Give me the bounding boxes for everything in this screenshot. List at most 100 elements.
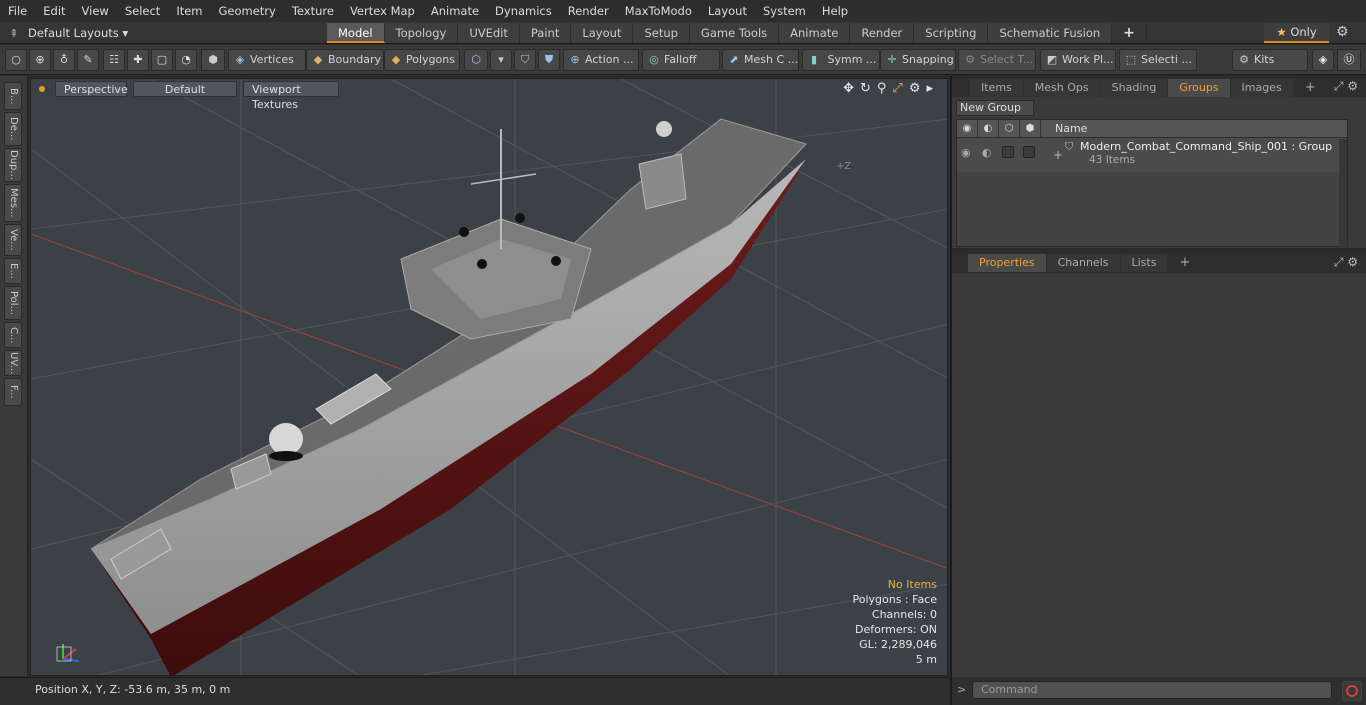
rotate-circle-icon[interactable]: ◔ (175, 49, 197, 71)
add-props-tab-icon[interactable]: + (1168, 254, 1201, 272)
panel-options-icons[interactable]: ⤢ ⚙ (1334, 79, 1358, 94)
viewport-expand-icon[interactable]: ▸ (926, 81, 933, 96)
globe-icon[interactable]: ⊕ (29, 49, 51, 71)
left-tab-curve[interactable]: C... (4, 322, 22, 348)
symmetry-button[interactable]: ▮ Symm ... (802, 49, 880, 71)
menu-dynamics[interactable]: Dynamics (487, 0, 560, 22)
menu-texture[interactable]: Texture (284, 0, 342, 22)
menu-geometry[interactable]: Geometry (211, 0, 284, 22)
tab-lists[interactable]: Lists (1120, 254, 1168, 272)
add-tab-icon[interactable]: + (1112, 23, 1147, 43)
lock-column-icon[interactable]: ⬡ (999, 120, 1020, 137)
select-through-button[interactable]: ⚙ Select T... (958, 49, 1036, 71)
boundary-button[interactable]: ◆ Boundary (306, 49, 384, 71)
gear-icon[interactable]: ⚙ (1336, 24, 1349, 40)
menu-item[interactable]: Item (168, 0, 210, 22)
menu-file[interactable]: File (0, 0, 35, 22)
view-perspective-button[interactable]: Perspective (55, 81, 128, 97)
tab-groups[interactable]: Groups (1168, 78, 1230, 97)
props-options-icons[interactable]: ⤢ ⚙ (1334, 255, 1358, 270)
left-tab-polygon[interactable]: Pol... (4, 286, 22, 320)
select-checkbox[interactable] (1023, 146, 1035, 158)
auto-select-icon[interactable]: ⛊ (538, 49, 560, 71)
tab-scripting[interactable]: Scripting (914, 23, 989, 43)
menu-maxtomodo[interactable]: MaxToModo (617, 0, 700, 22)
expand-icon[interactable]: + (1053, 148, 1063, 162)
tab-game-tools[interactable]: Game Tools (689, 23, 780, 43)
visibility-column-icon[interactable]: ◉ (957, 120, 978, 137)
tab-mesh-ops[interactable]: Mesh Ops (1023, 78, 1100, 97)
lasso-icon[interactable]: ♁ (53, 49, 75, 71)
menu-help[interactable]: Help (814, 0, 856, 22)
render-toggle-icon[interactable]: ◐ (982, 146, 992, 159)
group-name[interactable]: Modern_Combat_Command_Ship_001 : Group (1080, 140, 1332, 153)
tab-layout[interactable]: Layout (571, 23, 634, 43)
frame-icon[interactable]: ▢ (151, 49, 173, 71)
mesh-constraint-button[interactable]: ⬈ Mesh C ... (722, 49, 799, 71)
grip-icon[interactable]: ⇞ (0, 27, 28, 40)
rotate-view-icon[interactable]: ↻ (860, 81, 871, 96)
falloff-button[interactable]: ◎ Falloff (642, 49, 720, 71)
tab-images[interactable]: Images (1230, 78, 1293, 97)
selection-sets-button[interactable]: ⬚ Selecti ... (1119, 49, 1197, 71)
record-macro-button[interactable] (1342, 681, 1362, 701)
left-tab-vertex[interactable]: Ve... (4, 224, 22, 256)
snapping-button[interactable]: ✛ Snapping (880, 49, 956, 71)
tab-paint[interactable]: Paint (519, 23, 572, 43)
select-column-icon[interactable]: ⬢ (1020, 120, 1041, 137)
tab-items[interactable]: Items (970, 78, 1023, 97)
only-toggle[interactable]: ★ Only (1264, 23, 1329, 43)
layout-preset-dropdown[interactable]: Default Layouts ▾ (28, 26, 128, 40)
left-tab-edge[interactable]: E... (4, 258, 22, 284)
dropdown-arrow-icon[interactable]: ▾ (490, 49, 512, 71)
left-tab-b[interactable]: B... (4, 82, 22, 110)
move-view-icon[interactable]: ✥ (843, 81, 854, 96)
align-icon[interactable]: ☷ (103, 49, 125, 71)
shading-default-button[interactable]: Default (133, 81, 237, 97)
menu-view[interactable]: View (74, 0, 117, 22)
left-tab-deform[interactable]: De... (4, 112, 22, 146)
tab-model[interactable]: Model (327, 23, 385, 43)
brush-icon[interactable]: ✎ (77, 49, 99, 71)
menu-system[interactable]: System (755, 0, 814, 22)
circle-select-icon[interactable]: ○ (5, 49, 27, 71)
work-plane-button[interactable]: ◩ Work Pl... (1040, 49, 1116, 71)
kits-button[interactable]: ⚙ Kits (1232, 49, 1308, 71)
command-input[interactable]: Command (972, 681, 1332, 699)
menu-layout[interactable]: Layout (700, 0, 755, 22)
fit-view-icon[interactable]: ⤢ (892, 81, 902, 96)
new-group-button[interactable]: New Group (956, 100, 1034, 116)
lock-checkbox[interactable] (1002, 146, 1014, 158)
tab-animate[interactable]: Animate (779, 23, 851, 43)
tab-schematic-fusion[interactable]: Schematic Fusion (988, 23, 1113, 43)
item-mode-icon[interactable]: ⬢ (201, 49, 225, 71)
left-tab-uv[interactable]: UV... (4, 350, 22, 376)
group-row[interactable]: ◉ ◐ + ⛉ Modern_Combat_Command_Ship_001 :… (957, 138, 1347, 172)
tab-shading[interactable]: Shading (1100, 78, 1168, 97)
menu-edit[interactable]: Edit (35, 0, 73, 22)
zoom-view-icon[interactable]: ⚲ (877, 81, 887, 96)
center-icon[interactable]: ✚ (127, 49, 149, 71)
tab-topology[interactable]: Topology (384, 23, 459, 43)
unreal-icon[interactable]: Ⓤ (1337, 49, 1361, 71)
unity-icon[interactable]: ◈ (1312, 49, 1334, 71)
menu-render[interactable]: Render (560, 0, 617, 22)
left-tab-duplicate[interactable]: Dup... (4, 148, 22, 182)
polygons-button[interactable]: ◆ Polygons (384, 49, 460, 71)
tab-uvedit[interactable]: UVEdit (458, 23, 520, 43)
material-mode-icon[interactable]: ⬡ (464, 49, 488, 71)
vertices-button[interactable]: ◈ Vertices (228, 49, 306, 71)
tab-properties[interactable]: Properties (968, 254, 1046, 272)
visibility-eye-icon[interactable]: ◉ (961, 146, 971, 159)
name-column-header[interactable]: Name (1041, 120, 1087, 137)
tab-setup[interactable]: Setup (633, 23, 690, 43)
add-panel-tab-icon[interactable]: + (1294, 79, 1327, 97)
groups-scrollbar[interactable] (1339, 139, 1347, 247)
left-tab-fusion[interactable]: F... (4, 378, 22, 406)
tab-channels[interactable]: Channels (1046, 254, 1120, 272)
3d-viewport[interactable]: +Z Perspective Default Viewport Textures… (30, 78, 948, 676)
menu-vertex-map[interactable]: Vertex Map (342, 0, 423, 22)
action-center-button[interactable]: ⊕ Action ... (563, 49, 639, 71)
viewport-settings-icon[interactable]: ⚙ (909, 81, 921, 96)
menu-animate[interactable]: Animate (423, 0, 487, 22)
